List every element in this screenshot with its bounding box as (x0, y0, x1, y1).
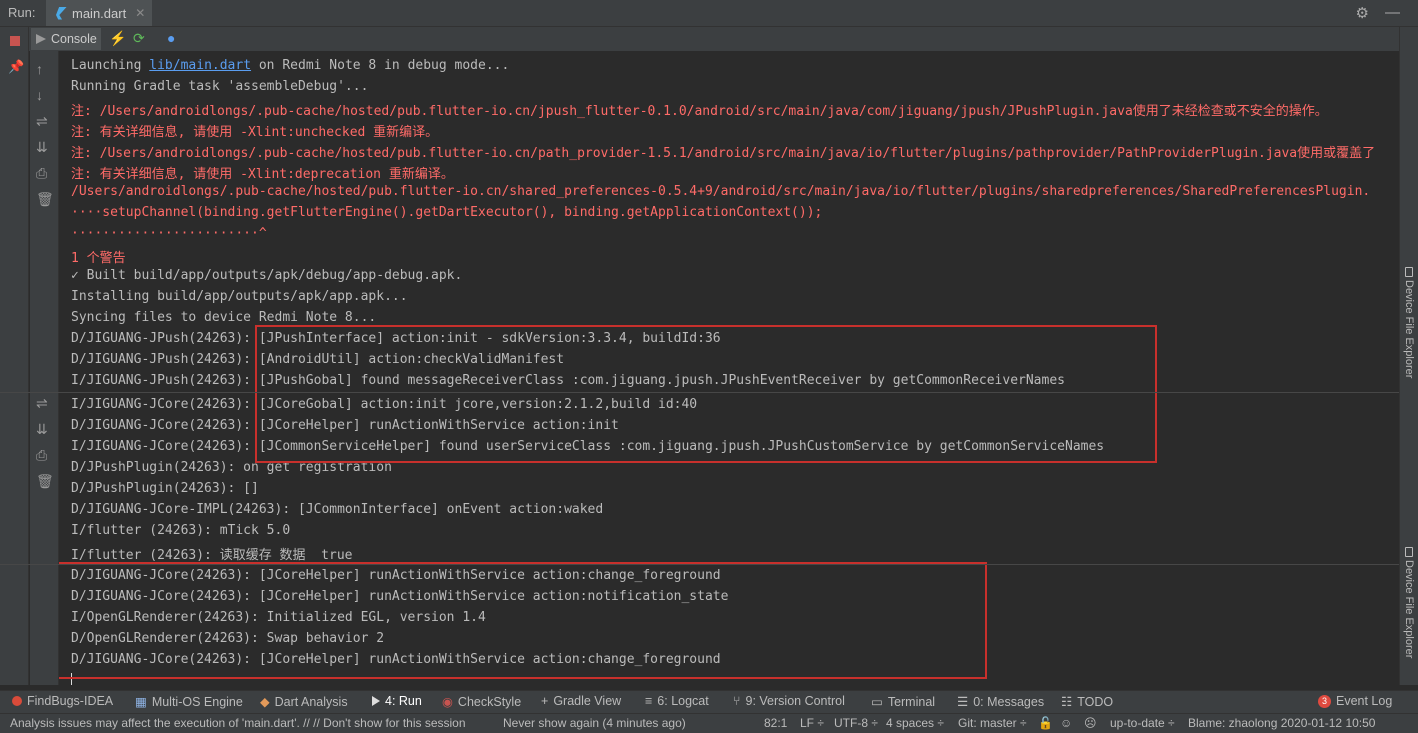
plus-icon: + (541, 694, 549, 708)
run-label: Run: (8, 5, 36, 20)
console-error-line: ····setupChannel(binding.getFlutterEngin… (71, 205, 823, 220)
console-error-line: 注: /Users/androidlongs/.pub-cache/hosted… (71, 146, 1376, 161)
bug-icon (12, 696, 22, 706)
console-line: Launching lib/main.dart on Redmi Note 8 … (71, 58, 510, 73)
console-side-tools: ↑ ↓ ⇌ ⇊ ⎙ 🗑 ⇌ ⇊ ⎙ 🗑 (30, 51, 59, 685)
console-icon (36, 34, 46, 44)
logcat-icon: ≡ (645, 694, 653, 708)
print-icon[interactable]: ⎙ (36, 165, 47, 182)
divider (0, 564, 1418, 565)
console-line: Installing build/app/outputs/apk/app.apk… (71, 289, 408, 304)
minimize-icon[interactable]: — (1385, 4, 1400, 22)
tool-event-log[interactable]: 3 Event Log (1318, 694, 1392, 708)
divider (0, 392, 1418, 393)
checkstyle-icon: ◉ (442, 695, 453, 709)
tab-label: main.dart (72, 5, 127, 21)
never-show-link[interactable]: Never show again (4 minutes ago) (503, 716, 686, 730)
line-separator[interactable]: LF ÷ (800, 716, 824, 730)
console-error-line: 注: /Users/androidlongs/.pub-cache/hosted… (71, 104, 1328, 119)
console-line: I/flutter (24263): 读取缓存 数据 true (71, 548, 353, 563)
status-bar: Analysis issues may affect the execution… (0, 713, 1418, 733)
terminal-icon: ▭ (871, 695, 883, 709)
console-error-line: /Users/androidlongs/.pub-cache/hosted/pu… (71, 184, 1371, 199)
run-left-toolbar: 📌 (0, 27, 29, 685)
file-link[interactable]: lib/main.dart (149, 58, 251, 73)
trash-icon[interactable]: 🗑 (36, 191, 54, 208)
messages-icon: ☰ (957, 695, 969, 709)
stop-icon[interactable] (10, 36, 20, 46)
file-encoding[interactable]: UTF-8 ÷ (834, 716, 878, 730)
lock-icon[interactable]: 🔓 (1038, 716, 1053, 730)
console-error-line: ························^ (71, 226, 267, 241)
soft-wrap-icon[interactable]: ⇌ (36, 395, 48, 412)
arrow-up-icon[interactable]: ↑ (36, 61, 43, 77)
scroll-to-end-icon[interactable]: ⇊ (36, 421, 48, 438)
tool-dart-analysis[interactable]: ◆ Dart Analysis (260, 694, 348, 710)
console-line: Syncing files to device Redmi Note 8... (71, 310, 377, 325)
tool-messages[interactable]: ☰ 0: Messages (957, 694, 1044, 710)
pin-icon[interactable]: 📌 (8, 59, 24, 75)
console-tab-label: Console (51, 32, 97, 46)
device-file-explorer-tab[interactable]: Device File Explorer (1403, 547, 1415, 658)
todo-icon: ☷ (1061, 695, 1073, 709)
console-line: Running Gradle task 'assembleDebug'... (71, 79, 369, 94)
close-icon[interactable]: ✕ (135, 6, 145, 20)
vcs-icon: ⑂ (733, 694, 741, 708)
console-line: I/flutter (24263): mTick 5.0 (71, 523, 291, 538)
tool-findbugs[interactable]: FindBugs-IDEA (12, 694, 113, 708)
tool-window-bar: FindBugs-IDEA ▦ Multi-OS Engine ◆ Dart Ana… (0, 690, 1418, 713)
device-icon (1405, 547, 1413, 557)
happy-face-icon[interactable]: ☺ (1060, 716, 1072, 730)
devtools-icon[interactable]: ● (167, 30, 175, 46)
tool-multi-os[interactable]: ▦ Multi-OS Engine (135, 694, 243, 710)
vcs-status[interactable]: up-to-date ÷ (1110, 716, 1175, 730)
console-error-line: 1 个警告 (71, 251, 126, 266)
console-line: ✓ Built build/app/outputs/apk/debug/app-… (71, 268, 463, 283)
trash-icon[interactable]: 🗑 (36, 473, 54, 490)
tool-logcat[interactable]: ≡ 6: Logcat (645, 694, 709, 708)
tool-todo[interactable]: ☷ TODO (1061, 694, 1113, 710)
right-tool-strip: Device File Explorer Device File Explore… (1399, 27, 1418, 685)
console-line: D/JIGUANG-JCore-IMPL(24263): [JCommonInt… (71, 502, 604, 517)
sad-face-icon[interactable]: ☹ (1084, 716, 1097, 730)
tab-console[interactable]: Console (31, 28, 101, 50)
blame-info[interactable]: Blame: zhaolong 2020-01-12 10:50 (1188, 716, 1375, 730)
multi-os-icon: ▦ (135, 695, 147, 709)
tool-checkstyle[interactable]: ◉ CheckStyle (442, 694, 521, 710)
highlight-box (255, 325, 1157, 463)
soft-wrap-icon[interactable]: ⇌ (36, 113, 48, 130)
highlight-box (59, 562, 987, 679)
hot-reload-icon[interactable]: ⚡ (109, 30, 126, 47)
tool-gradle-view[interactable]: + Gradle View (541, 694, 621, 708)
print-icon[interactable]: ⎙ (36, 447, 47, 464)
gear-icon[interactable]: ⚙ (1356, 4, 1369, 22)
console-toolbar: Console ⚡ ⟳ ● (29, 27, 1399, 51)
caret-position[interactable]: 82:1 (764, 716, 787, 730)
console-error-line: 注: 有关详细信息, 请使用 -Xlint:deprecation 重新编译。 (71, 167, 454, 182)
flutter-file-icon (56, 6, 67, 20)
indent-setting[interactable]: 4 spaces ÷ (886, 716, 944, 730)
run-title-bar: Run: main.dart ✕ ⚙ — (0, 0, 1418, 27)
arrow-down-icon[interactable]: ↓ (36, 87, 43, 103)
device-file-explorer-tab[interactable]: Device File Explorer (1403, 267, 1415, 378)
run-icon (372, 696, 380, 706)
tab-main-dart[interactable]: main.dart ✕ (46, 0, 152, 26)
console-line: D/JPushPlugin(24263): [] (71, 481, 259, 496)
hot-restart-icon[interactable]: ⟳ (133, 30, 145, 47)
device-icon (1405, 267, 1413, 277)
dart-icon: ◆ (260, 695, 270, 709)
console-error-line: 注: 有关详细信息, 请使用 -Xlint:unchecked 重新编译。 (71, 125, 439, 140)
tool-run[interactable]: 4: Run (372, 694, 422, 708)
git-branch[interactable]: Git: master ÷ (958, 716, 1027, 730)
tool-version-control[interactable]: ⑂ 9: Version Control (733, 694, 845, 708)
scroll-to-end-icon[interactable]: ⇊ (36, 139, 48, 156)
status-message[interactable]: Analysis issues may affect the execution… (10, 716, 466, 730)
console-output[interactable]: Launching lib/main.dart on Redmi Note 8 … (59, 51, 1398, 685)
event-log-badge: 3 (1318, 694, 1331, 708)
tool-terminal[interactable]: ▭ Terminal (871, 694, 935, 710)
